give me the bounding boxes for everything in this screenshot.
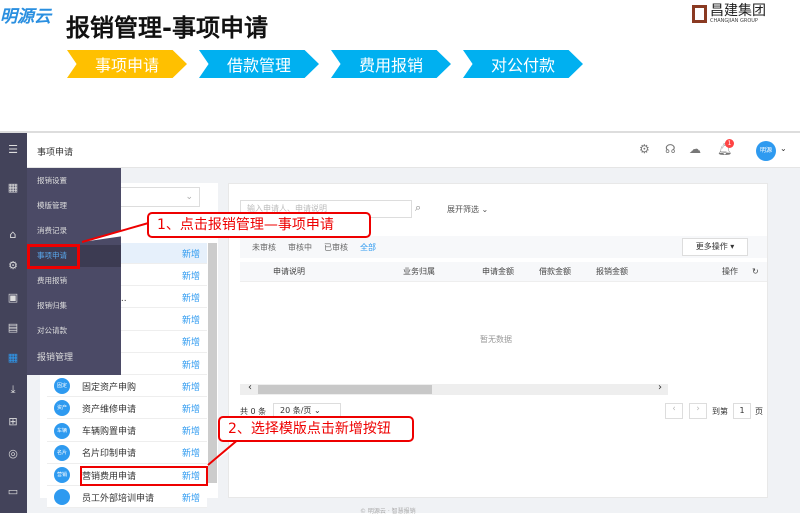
callout-2: 2、选择模版点击新增按钮 <box>218 416 414 442</box>
callout-1: 1、点击报销管理—事项申请 <box>147 212 371 238</box>
highlight-template-row <box>80 466 208 486</box>
highlight-menu-item <box>27 244 80 269</box>
